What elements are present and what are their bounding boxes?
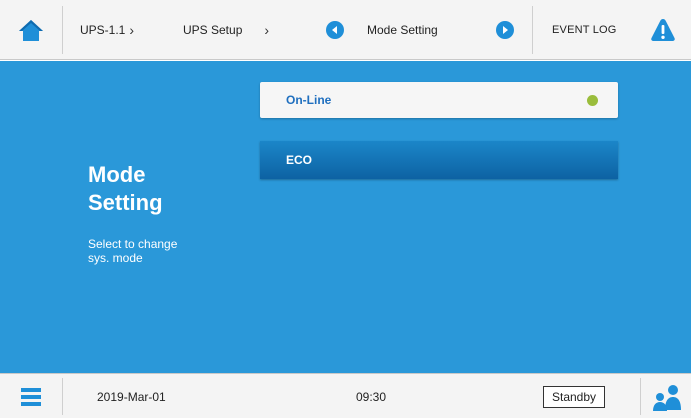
warning-icon	[651, 19, 675, 41]
page-description: Select to change sys. mode	[88, 237, 238, 265]
mode-option-eco[interactable]: ECO	[260, 141, 618, 179]
mode-option-label: On-Line	[286, 93, 332, 107]
date-display: 2019-Mar-01	[97, 374, 166, 418]
menu-button[interactable]	[20, 374, 42, 418]
time-value: 09:30	[356, 389, 387, 404]
selected-indicator-icon	[587, 95, 598, 106]
mode-option-online[interactable]: On-Line	[260, 82, 618, 118]
prev-page-button[interactable]	[326, 0, 344, 60]
menu-icon	[21, 387, 41, 406]
chevron-right-circle-icon	[496, 21, 514, 39]
date-value: 2019-Mar-01	[97, 389, 166, 404]
breadcrumb-separator: ›	[264, 22, 270, 38]
current-page-title: Mode Setting	[367, 23, 438, 37]
description-line: sys. mode	[88, 251, 143, 265]
divider	[62, 378, 63, 415]
page-title-line: Mode	[88, 162, 146, 187]
time-display: 09:30	[356, 374, 386, 418]
top-bar: UPS-1.1 › UPS Setup › Mode Setting EVENT…	[0, 0, 691, 60]
divider	[62, 6, 63, 54]
chevron-left-circle-icon	[326, 21, 344, 39]
breadcrumb-separator: ›	[129, 22, 135, 38]
divider	[532, 6, 533, 54]
event-log-button[interactable]: EVENT LOG	[552, 0, 617, 60]
event-log-label: EVENT LOG	[552, 24, 617, 36]
bottom-bar: 2019-Mar-01 09:30 Standby	[0, 373, 691, 418]
home-icon	[19, 20, 43, 41]
current-page: Mode Setting	[367, 0, 438, 60]
breadcrumb: UPS-1.1 ›	[80, 0, 134, 60]
users-icon	[653, 384, 681, 411]
page-title-line: Setting	[88, 190, 163, 215]
divider	[640, 378, 641, 415]
status-display: Standby	[543, 374, 606, 418]
alarm-button[interactable]	[650, 0, 676, 60]
mode-setting-panel: Mode Setting Select to change sys. mode …	[0, 61, 691, 373]
breadcrumb-segment: UPS Setup ›	[183, 0, 269, 60]
breadcrumb-item-ups-setup[interactable]: UPS Setup	[183, 23, 242, 37]
description-line: Select to change	[88, 237, 178, 251]
breadcrumb-item-ups[interactable]: UPS-1.1	[80, 23, 125, 37]
home-button[interactable]	[0, 0, 62, 60]
mode-option-label: ECO	[286, 153, 313, 167]
status-badge: Standby	[543, 385, 606, 408]
users-button[interactable]	[651, 374, 683, 418]
page-title: Mode Setting	[88, 161, 238, 217]
next-page-button[interactable]	[496, 0, 514, 60]
